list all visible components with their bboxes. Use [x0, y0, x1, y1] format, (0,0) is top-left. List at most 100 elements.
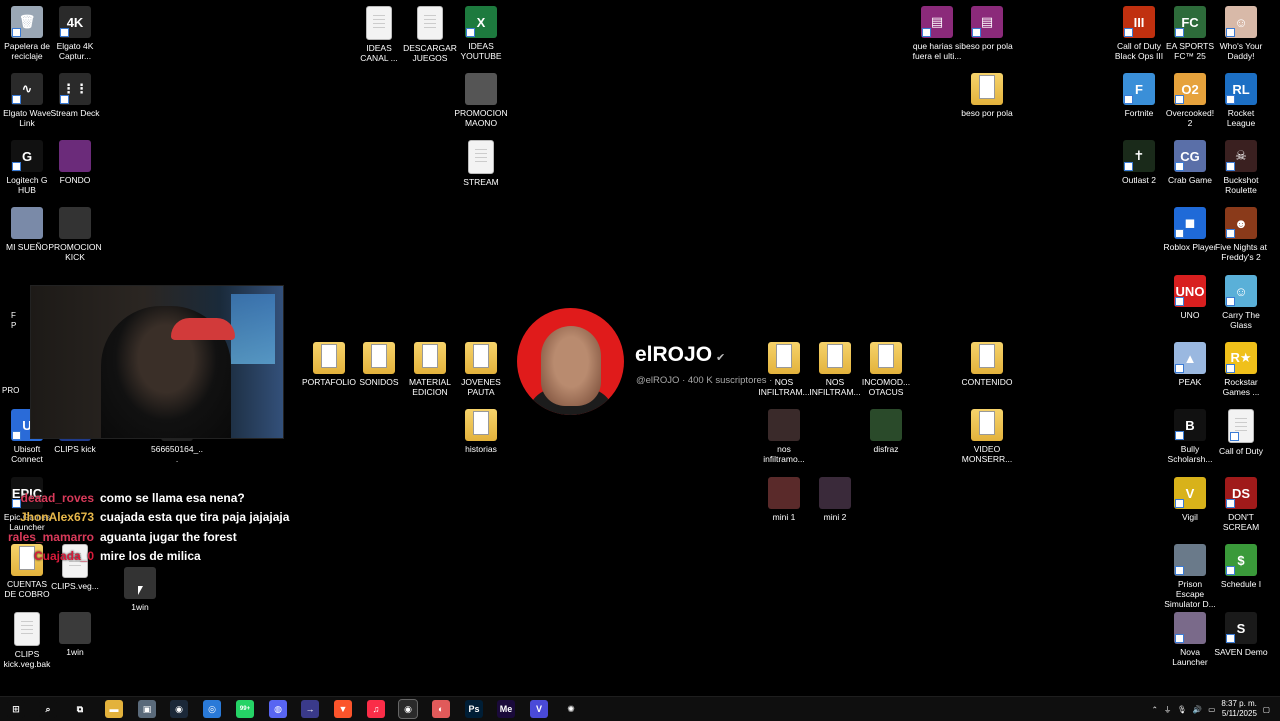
desktop-icon-fortnite[interactable]: F Fortnite — [1112, 73, 1166, 118]
desktop-icon-beso1[interactable]: ▤ beso por pola — [960, 6, 1014, 51]
desktop-icon-streamdeck[interactable]: ⋮⋮ Stream Deck — [48, 73, 102, 118]
chat-message: deaad_roves como se llama esa nena? — [0, 488, 330, 508]
desktop-icon-clipsbak[interactable]: CLIPS kick.veg.bak — [0, 612, 54, 669]
desktop-icon-onewin2[interactable]: 1win — [48, 612, 102, 657]
desktop-icon-material[interactable]: MATERIAL EDICION — [403, 342, 457, 397]
winrar-icon: ▤ — [921, 6, 953, 38]
desktop-icon-nos2[interactable]: NOS INFILTRAM... — [808, 342, 862, 397]
photoshop-icon[interactable]: Ps — [465, 700, 483, 718]
task-view-icon[interactable]: ⧉ — [71, 700, 89, 718]
excel-icon: X — [465, 6, 497, 38]
text-document-icon — [468, 140, 494, 174]
desktop-icon-ideasyt[interactable]: X IDEAS YOUTUBE — [454, 6, 508, 61]
desktop-icon-label: CLIPS kick — [54, 444, 96, 454]
obs-icon[interactable]: ◉ — [398, 699, 418, 719]
desktop-icon-outlast[interactable]: ✝ Outlast 2 — [1112, 140, 1166, 185]
desktop-icon-mini2[interactable]: mini 2 — [808, 477, 862, 522]
desktop-icon-wave[interactable]: ∿ Elgato Wave Link — [0, 73, 54, 128]
desktop-icon-label: Who's Your Daddy! — [1219, 41, 1263, 61]
desktop-icon-saven[interactable]: S SAVEN Demo — [1214, 612, 1268, 657]
desktop-icon-fnaf[interactable]: ☻ Five Nights at Freddy's 2 — [1214, 207, 1268, 262]
windows-start-icon[interactable]: ⊞ — [7, 700, 25, 718]
arrow-app-icon[interactable]: → — [301, 700, 319, 718]
desktop-icon-uno[interactable]: UNO UNO — [1163, 275, 1217, 320]
steam-icon[interactable]: ◉ — [170, 700, 188, 718]
desktop-icon-misueno[interactable]: MI SUEÑO — [0, 207, 54, 252]
partial-label-pro: PRO — [2, 386, 20, 395]
desktop-icon-bully[interactable]: B Bully Scholarsh... — [1163, 409, 1217, 464]
vegas-icon[interactable]: V — [530, 700, 548, 718]
discord-icon[interactable]: ◍ — [269, 700, 287, 718]
desktop-icon-disfraz[interactable]: disfraz — [859, 409, 913, 454]
desktop-icon-ideascanal[interactable]: IDEAS CANAL ... — [352, 6, 406, 63]
chatgpt-icon[interactable]: ✺ — [562, 700, 580, 718]
desktop-icon-dontscream[interactable]: DS DON'T SCREAM — [1214, 477, 1268, 532]
notifications-icon[interactable]: ▢ — [1263, 705, 1270, 714]
vigil-icon: V — [1174, 477, 1206, 509]
app-icon[interactable]: ▣ — [138, 700, 156, 718]
desktop-icon-portafolio[interactable]: PORTAFOLIO — [302, 342, 356, 387]
desktop-icon-logitech[interactable]: G Logitech G HUB — [0, 140, 54, 195]
desktop-icon-vigil[interactable]: V Vigil — [1163, 477, 1217, 522]
desktop-icon-label: INCOMOD... OTACUS — [861, 377, 911, 397]
desktop-icon-historias[interactable]: historias — [454, 409, 508, 454]
desktop-icon-carry[interactable]: ☺ Carry The Glass — [1214, 275, 1268, 330]
desktop-icon-video[interactable]: VIDEO MONSERR... — [960, 409, 1014, 464]
desktop-icon-contenido[interactable]: CONTENIDO — [960, 342, 1014, 387]
usb-icon[interactable]: ⏚ — [1164, 704, 1172, 715]
desktop-icon-whosdaddy[interactable]: ☺ Who's Your Daddy! — [1214, 6, 1268, 61]
desktop-icon-buckshot[interactable]: ☠ Buckshot Roulette — [1214, 140, 1268, 195]
desktop-icon-label: PORTAFOLIO — [302, 377, 357, 387]
folder-icon — [363, 342, 395, 374]
vpn-icon[interactable]: ◎ — [203, 700, 221, 718]
desktop-icon-descargar[interactable]: DESCARGAR JUEGOS — [403, 6, 457, 63]
volume-icon[interactable]: 🔊 — [1193, 705, 1202, 714]
file-explorer-icon[interactable]: ▬ — [105, 700, 123, 718]
chevron-up-icon[interactable]: ⌃ — [1152, 705, 1158, 714]
whatsapp-icon[interactable]: 99+ — [236, 700, 254, 718]
desktop-icon-promomaono[interactable]: PROMOCION MAONO — [454, 73, 508, 128]
desktop-icon-nos1[interactable]: NOS INFILTRAM... — [757, 342, 811, 397]
desktop-icon-codb[interactable]: Call of Duty — [1214, 409, 1268, 456]
desktop-icon-crab[interactable]: CG Crab Game — [1163, 140, 1217, 185]
desktop-icon-promokick[interactable]: PROMOCION KICK — [48, 207, 102, 262]
clock[interactable]: 8:37 p. m. 5/11/2025 — [1221, 699, 1257, 719]
desktop-icon-beso2[interactable]: beso por pola — [960, 73, 1014, 118]
desktop-icon-stream[interactable]: STREAM — [454, 140, 508, 187]
desktop-icon-incomod[interactable]: INCOMOD... OTACUS — [859, 342, 913, 397]
microphone-icon[interactable]: 🎙 — [1177, 705, 1187, 714]
desktop-icon-sonidos[interactable]: SONIDOS — [352, 342, 406, 387]
desktop-icon-quehar[interactable]: ▤ que harias si fuera el ulti... — [910, 6, 964, 61]
chat-text: cuajada esta que tira paja jajajaja — [100, 510, 290, 525]
music-icon[interactable]: ♫ — [367, 700, 385, 718]
desktop-icon-nosinf[interactable]: nos infiltramo... — [757, 409, 811, 464]
desktop-icon-schedule[interactable]: $ Schedule I — [1214, 544, 1268, 589]
desktop-icon-elgato4k[interactable]: 4K Elgato 4K Captur... — [48, 6, 102, 61]
desktop-icon-nova[interactable]: Nova Launcher — [1163, 612, 1217, 667]
media-encoder-icon[interactable]: Me — [497, 700, 515, 718]
system-tray: ⌃ ⏚ 🎙 🔊 ▭ 8:37 p. m. 5/11/2025 ▢ — [1152, 697, 1270, 721]
desktop-icon-label: beso por pola — [961, 108, 1013, 118]
desktop-icon-label: Bully Scholarsh... — [1167, 444, 1213, 464]
desktop-icon-jovenes[interactable]: JOVENES PAUTA — [454, 342, 508, 397]
desktop-icon-peak[interactable]: ▲ PEAK — [1163, 342, 1217, 387]
search-icon[interactable]: ⌕ — [39, 700, 57, 718]
folder-paper — [979, 344, 995, 368]
network-icon[interactable]: ▭ — [1208, 705, 1215, 714]
brave-icon[interactable]: ▼ — [334, 700, 352, 718]
desktop-icon-label: MI SUEÑO — [5, 242, 49, 252]
desktop-icon-fondo[interactable]: FONDO — [48, 140, 102, 185]
desktop-icon-recycle[interactable]: 🗑 Papelera de reciclaje — [0, 6, 54, 61]
desktop-icon-rockstar[interactable]: R★ Rockstar Games ... — [1214, 342, 1268, 397]
folder-paper — [422, 344, 438, 368]
desktop-icon-label: que harias si fuera el ulti... — [912, 41, 962, 61]
desktop-icon-prison[interactable]: Prison Escape Simulator D... — [1163, 544, 1217, 609]
app-icon[interactable]: ◐ — [432, 700, 450, 718]
desktop-icon-easports[interactable]: FC EA SPORTS FC™ 25 — [1163, 6, 1217, 61]
desktop-icon-mini1[interactable]: mini 1 — [757, 477, 811, 522]
desktop-icon-overcooked[interactable]: O2 Overcooked! 2 — [1163, 73, 1217, 128]
desktop-icon-label: DON'T SCREAM — [1222, 512, 1260, 532]
desktop-icon-roblox[interactable]: ◼ Roblox Player — [1163, 207, 1217, 252]
desktop-icon-cod[interactable]: III Call of Duty Black Ops III — [1112, 6, 1166, 61]
desktop-icon-rocket[interactable]: RL Rocket League — [1214, 73, 1268, 128]
